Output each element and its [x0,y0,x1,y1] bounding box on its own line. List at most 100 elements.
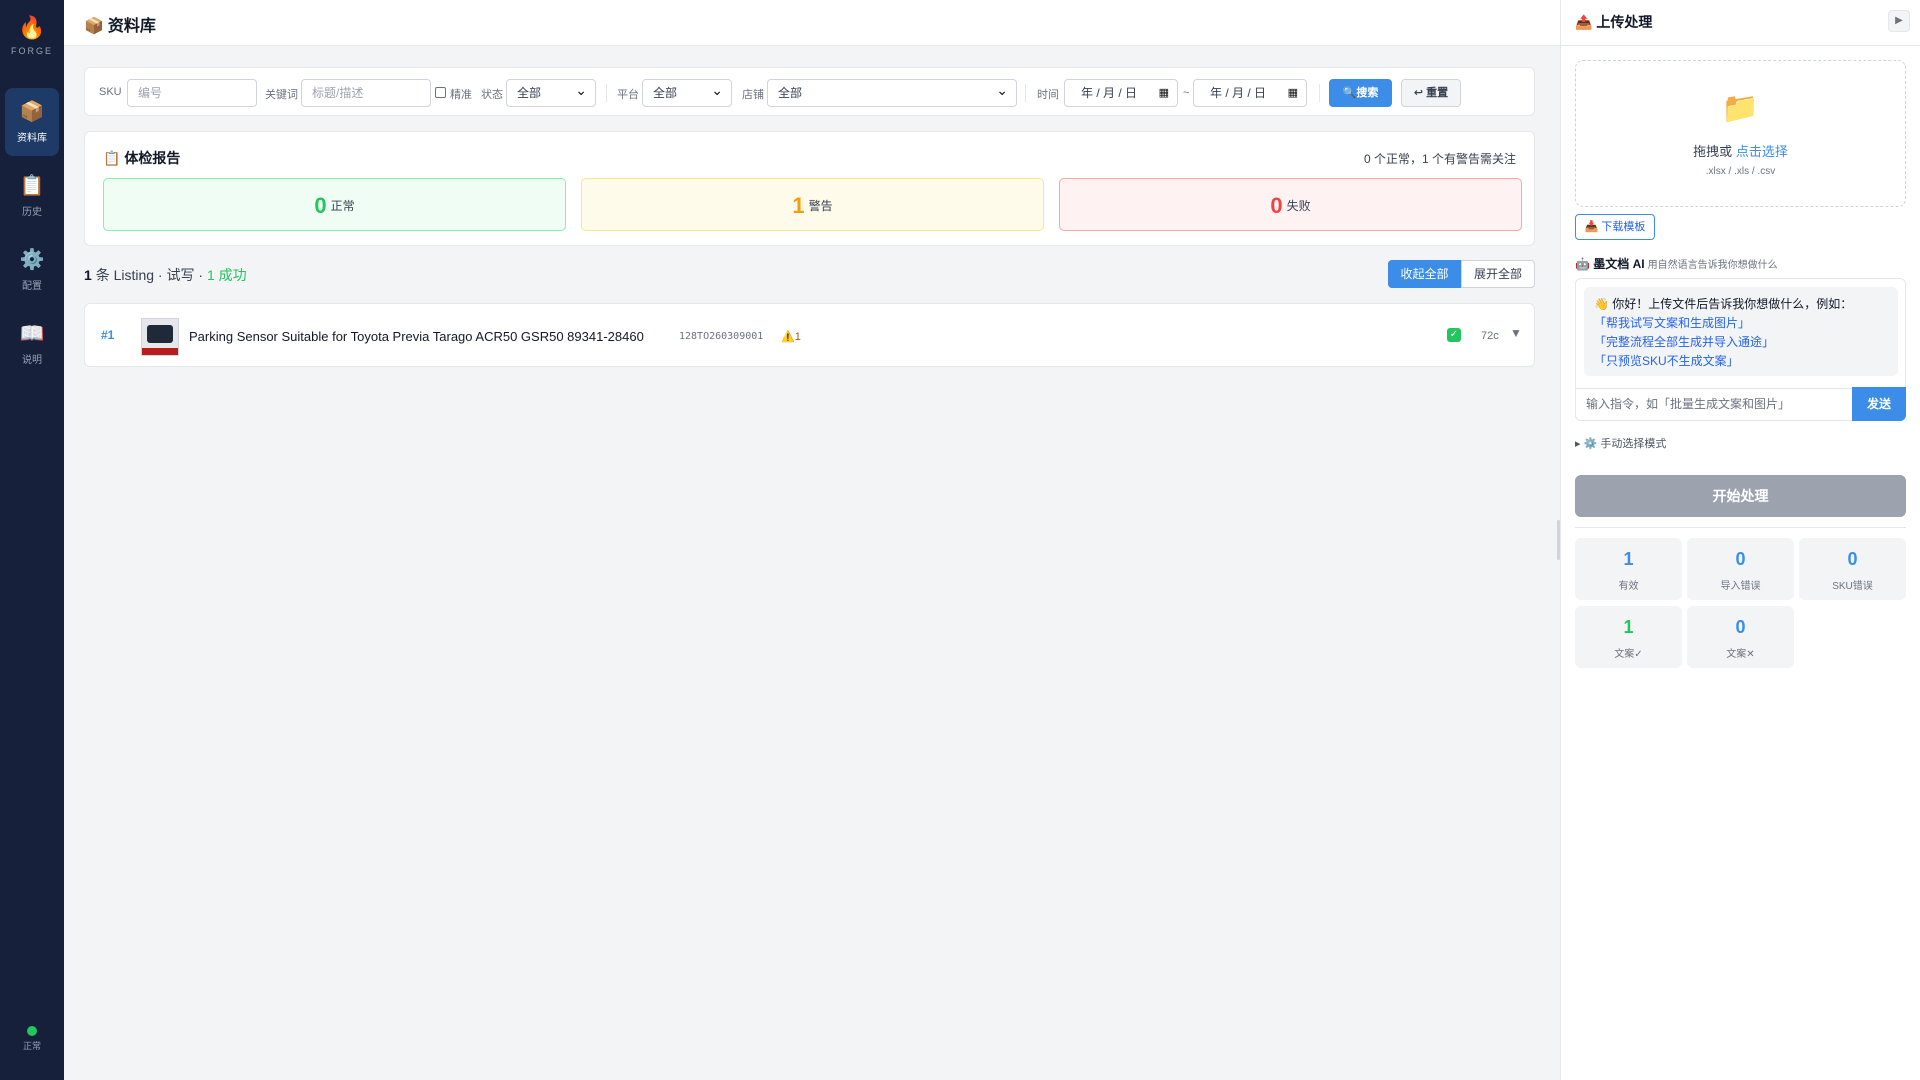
sidebar: 🔥 FORGE 📦 资料库 📋 历史 ⚙️ 配置 📖 说明 正常 [0,0,64,1080]
gear-icon: ⚙️ [19,249,45,271]
file-drop-zone[interactable]: 📁 拖拽或 点击选择 .xlsx / .xls / .csv [1575,60,1906,207]
warning-icon: ⚠️ [781,331,795,343]
store-label: 店铺 [742,89,764,101]
divider [1025,84,1026,102]
upload-icon: 📤 [1575,14,1593,30]
status-select[interactable]: 全部 [506,77,596,107]
assistant-message: 👋 你好！上传文件后告诉我你想做什么，例如： 「帮我试写文案和生成图片」 「完整… [1584,287,1898,376]
download-icon: 📥 [1584,221,1599,233]
sidebar-item-history[interactable]: 📋 历史 [5,162,59,230]
book-icon: 📖 [19,323,45,345]
gear-icon: ⚙️ [1583,438,1598,450]
normal-stat[interactable]: 0 正常 [103,178,566,231]
normal-label: 正常 [330,199,355,213]
date-separator: ~ [1183,87,1190,99]
health-report-card: 📋 体检报告 0 个正常，1 个有警告需关注 0 正常 1 警告 0 失败 [84,131,1535,246]
warning-count: 1 [792,193,805,218]
keyword-label: 关键词 [265,89,298,101]
expand-caret-icon[interactable]: ▼ [1510,326,1522,340]
sidebar-item-config[interactable]: ⚙️ 配置 [5,236,59,304]
normal-count: 0 [314,193,327,218]
platform-label: 平台 [617,89,639,101]
listing-sku: 128TO260309001 [679,331,764,342]
sidebar-item-label: 资料库 [17,133,47,144]
sku-label: SKU [99,86,122,98]
status-indicator-dot [27,1026,37,1036]
search-button[interactable]: 🔍搜索 [1329,79,1392,107]
upload-panel: 📤 上传处理 ▶ 📁 拖拽或 点击选择 .xlsx / .xls / .csv … [1560,0,1920,1080]
start-processing-button[interactable]: 开始处理 [1575,475,1906,517]
divider [1561,45,1920,46]
sidebar-item-label: 配置 [22,281,42,292]
clipboard-icon: 📋 [19,175,45,197]
warning-stat[interactable]: 1 警告 [581,178,1044,231]
app-logo: 🔥 FORGE [0,14,64,56]
flame-icon: 🔥 [18,15,46,40]
choose-file-link[interactable]: 点击选择 [1736,144,1788,159]
calendar-icon[interactable]: ▦ [1159,80,1169,106]
reset-icon: ↩ [1413,87,1424,99]
collapse-panel-button[interactable]: ▶ [1888,10,1910,32]
sidebar-item-help[interactable]: 📖 说明 [5,310,59,378]
success-count: 1 成功 [206,267,247,283]
report-title: 📋 体检报告 [103,150,181,166]
expand-all-button[interactable]: 展开全部 [1461,260,1535,288]
store-select[interactable]: 全部 [767,77,1017,107]
search-icon: 🔍 [1342,87,1357,99]
triangle-right-icon: ▸ [1575,438,1581,450]
warning-badge: ⚠️1 [781,331,801,343]
app-wordmark: FORGE [10,46,53,56]
box-icon: 📦 [19,101,45,123]
suggestion-link[interactable]: 「帮我试写文案和生成图片」 [1594,314,1888,333]
play-icon: ▶ [1895,15,1903,26]
send-button[interactable]: 发送 [1852,387,1906,421]
suggestion-link[interactable]: 「只预览SKU不生成文案」 [1594,352,1888,371]
status-filter-label: 状态 [481,89,503,101]
box-icon: 📦 [84,18,104,35]
stat-copy-success: 1 文案✓ [1575,606,1682,668]
warning-label: 警告 [808,199,833,213]
calendar-icon[interactable]: ▦ [1288,80,1298,106]
robot-icon: 🤖 [1575,257,1590,271]
collapse-all-button[interactable]: 收起全部 [1388,260,1461,288]
char-count: 72c [1481,330,1499,342]
stat-copy-failed: 0 文案✕ [1687,606,1794,668]
listing-count-header: 1 条 Listing · 试写 · 1 成功 [84,267,247,283]
report-summary: 0 个正常，1 个有警告需关注 [1363,152,1516,166]
clipboard-icon: 📋 [103,150,121,166]
failed-stat[interactable]: 0 失败 [1059,178,1522,231]
stat-valid: 1 有效 [1575,538,1682,600]
divider [606,84,607,102]
failed-label: 失败 [1286,199,1311,213]
date-to-input[interactable]: 年 / 月 / 日 ▦ [1193,79,1307,107]
download-template-button[interactable]: 📥 下载模板 [1575,214,1655,240]
page-title: 📦 资料库 [84,18,156,35]
exact-checkbox[interactable] [435,87,446,98]
ai-chat-box: 👋 你好！上传文件后告诉我你想做什么，例如： 「帮我试写文案和生成图片」 「完整… [1575,278,1906,421]
folder-icon: 📁 [1721,92,1760,125]
stat-import-errors: 0 导入错误 [1687,538,1794,600]
suggestion-link[interactable]: 「完整流程全部生成并导入通途」 [1594,333,1888,352]
check-icon: ✓ [1447,328,1461,342]
listing-row[interactable]: #1 Parking Sensor Suitable for Toyota Pr… [84,303,1535,367]
divider [1319,84,1320,102]
sku-input[interactable]: 编号 [127,79,257,107]
platform-select[interactable]: 全部 [642,77,732,107]
time-label: 时间 [1037,89,1059,101]
status-label: 正常 [22,1041,41,1051]
top-bar: 📦 资料库 [64,0,1560,46]
ai-command-input[interactable]: 输入指令，如「批量生成文案和图片」 [1576,388,1853,420]
reset-button[interactable]: ↩ 重置 [1401,79,1461,107]
exact-label: 精准 [450,89,472,101]
listing-title: Parking Sensor Suitable for Toyota Previ… [189,329,644,344]
keyword-input[interactable]: 标题/描述 [301,79,431,107]
accepted-formats: .xlsx / .xls / .csv [1705,166,1776,177]
row-index: #1 [101,328,115,342]
stat-sku-errors: 0 SKU错误 [1799,538,1906,600]
manual-mode-toggle[interactable]: ▸ ⚙️ 手动选择模式 [1575,435,1666,451]
product-thumbnail [141,318,179,356]
divider [1575,527,1906,528]
sidebar-item-library[interactable]: 📦 资料库 [5,88,59,156]
date-from-input[interactable]: 年 / 月 / 日 ▦ [1064,79,1178,107]
panel-title: 📤 上传处理 [1575,14,1653,30]
